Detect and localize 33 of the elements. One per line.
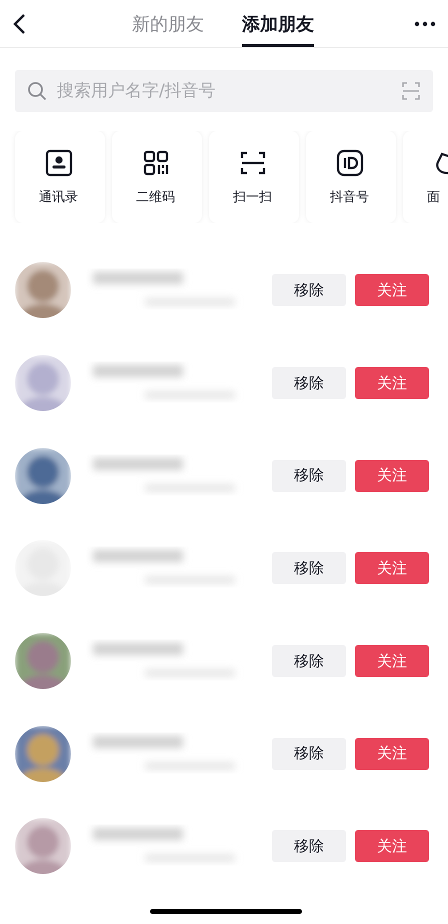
- back-icon[interactable]: [12, 12, 26, 34]
- remove-button[interactable]: 移除: [272, 274, 346, 306]
- remove-button[interactable]: 移除: [272, 738, 346, 770]
- shortcut-card[interactable]: 抖音号: [306, 131, 396, 223]
- shortcut-card[interactable]: 二维码: [112, 131, 202, 223]
- shortcut-label: 通讯录: [39, 189, 78, 206]
- shortcut-card[interactable]: 通讯录: [15, 131, 105, 223]
- follow-button[interactable]: 关注: [355, 645, 429, 678]
- shortcut-card[interactable]: 面: [403, 131, 448, 223]
- remove-button[interactable]: 移除: [272, 367, 346, 400]
- id-icon: [335, 148, 365, 178]
- follow-button[interactable]: 关注: [355, 460, 429, 492]
- search-input[interactable]: 搜索用户名字/抖音号: [55, 80, 393, 102]
- search-icon: [27, 81, 47, 101]
- more-icon[interactable]: [414, 20, 436, 26]
- remove-button[interactable]: 移除: [272, 460, 346, 492]
- shortcut-label: 二维码: [136, 189, 175, 206]
- remove-button[interactable]: 移除: [272, 645, 346, 678]
- follow-button[interactable]: 关注: [355, 738, 429, 770]
- follow-button[interactable]: 关注: [355, 274, 429, 306]
- shortcut-card[interactable]: 扫一扫: [209, 131, 299, 223]
- remove-button[interactable]: 移除: [272, 830, 346, 862]
- follow-button[interactable]: 关注: [355, 830, 429, 862]
- shortcut-label: 面: [427, 189, 440, 206]
- shortcut-label: 抖音号: [330, 189, 369, 206]
- qr-code-icon: [141, 148, 171, 178]
- tab[interactable]: 添加朋友: [242, 0, 314, 47]
- follow-button[interactable]: 关注: [355, 367, 429, 400]
- shortcut-label: 扫一扫: [233, 189, 272, 206]
- follow-button[interactable]: 关注: [355, 552, 429, 584]
- contact-card-icon: [44, 148, 74, 178]
- remove-button[interactable]: 移除: [272, 552, 346, 584]
- search-field[interactable]: 搜索用户名字/抖音号: [15, 70, 433, 112]
